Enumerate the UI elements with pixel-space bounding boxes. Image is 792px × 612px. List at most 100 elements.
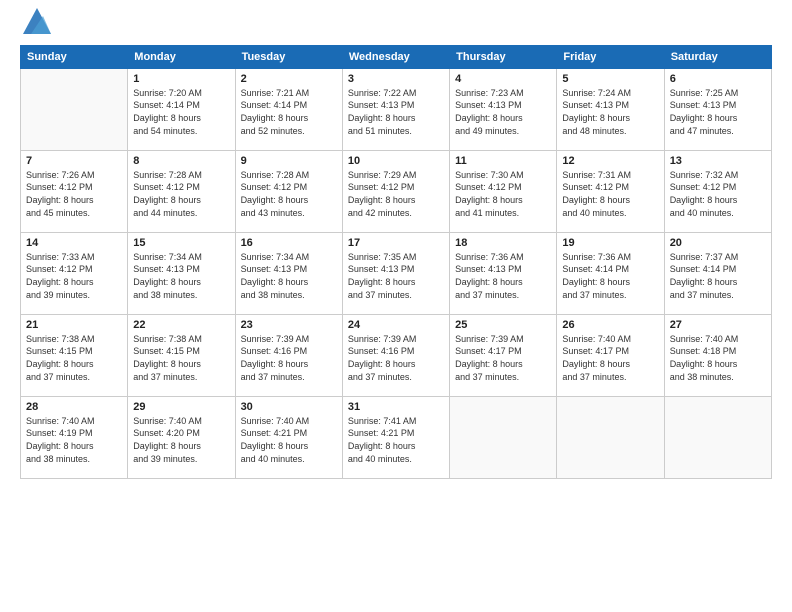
calendar-cell: 1 Sunrise: 7:20 AMSunset: 4:14 PMDaylight… (128, 68, 235, 150)
logo (20, 15, 51, 35)
calendar-cell (664, 396, 771, 478)
day-number: 3 (348, 73, 444, 85)
calendar-cell: 10 Sunrise: 7:29 AMSunset: 4:12 PMDayligh… (342, 150, 449, 232)
calendar-cell: 6 Sunrise: 7:25 AMSunset: 4:13 PMDaylight… (664, 68, 771, 150)
day-number: 28 (26, 401, 122, 413)
day-info: Sunrise: 7:26 AMSunset: 4:12 PMDaylight:… (26, 169, 122, 219)
day-number: 12 (562, 155, 658, 167)
day-info: Sunrise: 7:25 AMSunset: 4:13 PMDaylight:… (670, 87, 766, 137)
day-info: Sunrise: 7:40 AMSunset: 4:19 PMDaylight:… (26, 415, 122, 465)
calendar-cell: 9 Sunrise: 7:28 AMSunset: 4:12 PMDaylight… (235, 150, 342, 232)
day-info: Sunrise: 7:41 AMSunset: 4:21 PMDaylight:… (348, 415, 444, 465)
calendar-cell: 22 Sunrise: 7:38 AMSunset: 4:15 PMDayligh… (128, 314, 235, 396)
weekday-header-tuesday: Tuesday (235, 45, 342, 68)
calendar-cell: 2 Sunrise: 7:21 AMSunset: 4:14 PMDaylight… (235, 68, 342, 150)
day-number: 21 (26, 319, 122, 331)
day-number: 29 (133, 401, 229, 413)
calendar-cell (21, 68, 128, 150)
calendar-cell: 28 Sunrise: 7:40 AMSunset: 4:19 PMDayligh… (21, 396, 128, 478)
calendar-cell: 12 Sunrise: 7:31 AMSunset: 4:12 PMDayligh… (557, 150, 664, 232)
day-info: Sunrise: 7:39 AMSunset: 4:16 PMDaylight:… (348, 333, 444, 383)
day-info: Sunrise: 7:34 AMSunset: 4:13 PMDaylight:… (133, 251, 229, 301)
day-info: Sunrise: 7:38 AMSunset: 4:15 PMDaylight:… (26, 333, 122, 383)
calendar-cell: 14Sunrise: 7:33 AMSunset: 4:12 PMDayligh… (21, 232, 128, 314)
day-number: 11 (455, 155, 551, 167)
day-info: Sunrise: 7:34 AMSunset: 4:13 PMDaylight:… (241, 251, 337, 301)
day-info: Sunrise: 7:30 AMSunset: 4:12 PMDaylight:… (455, 169, 551, 219)
day-number: 2 (241, 73, 337, 85)
calendar-cell (557, 396, 664, 478)
day-number: 1 (133, 73, 229, 85)
day-number: 25 (455, 319, 551, 331)
day-info: Sunrise: 7:28 AMSunset: 4:12 PMDaylight:… (133, 169, 229, 219)
day-info: Sunrise: 7:23 AMSunset: 4:13 PMDaylight:… (455, 87, 551, 137)
day-info: Sunrise: 7:40 AMSunset: 4:21 PMDaylight:… (241, 415, 337, 465)
calendar-cell: 13 Sunrise: 7:32 AMSunset: 4:12 PMDayligh… (664, 150, 771, 232)
day-number: 13 (670, 155, 766, 167)
day-info: Sunrise: 7:22 AMSunset: 4:13 PMDaylight:… (348, 87, 444, 137)
calendar-cell: 23 Sunrise: 7:39 AMSunset: 4:16 PMDayligh… (235, 314, 342, 396)
page: SundayMondayTuesdayWednesdayThursdayFrid… (0, 0, 792, 612)
day-number: 10 (348, 155, 444, 167)
day-info: Sunrise: 7:20 AMSunset: 4:14 PMDaylight:… (133, 87, 229, 137)
calendar-cell: 31 Sunrise: 7:41 AMSunset: 4:21 PMDayligh… (342, 396, 449, 478)
day-number: 8 (133, 155, 229, 167)
day-number: 23 (241, 319, 337, 331)
day-info: Sunrise: 7:39 AMSunset: 4:16 PMDaylight:… (241, 333, 337, 383)
day-info: Sunrise: 7:21 AMSunset: 4:14 PMDaylight:… (241, 87, 337, 137)
day-number: 6 (670, 73, 766, 85)
day-info: Sunrise: 7:36 AMSunset: 4:14 PMDaylight:… (562, 251, 658, 301)
day-number: 4 (455, 73, 551, 85)
day-info: Sunrise: 7:33 AMSunset: 4:12 PMDaylight:… (26, 251, 122, 301)
day-number: 20 (670, 237, 766, 249)
calendar-cell: 19 Sunrise: 7:36 AMSunset: 4:14 PMDayligh… (557, 232, 664, 314)
day-info: Sunrise: 7:37 AMSunset: 4:14 PMDaylight:… (670, 251, 766, 301)
weekday-header-saturday: Saturday (664, 45, 771, 68)
day-info: Sunrise: 7:28 AMSunset: 4:12 PMDaylight:… (241, 169, 337, 219)
calendar-cell: 8 Sunrise: 7:28 AMSunset: 4:12 PMDaylight… (128, 150, 235, 232)
day-info: Sunrise: 7:35 AMSunset: 4:13 PMDaylight:… (348, 251, 444, 301)
day-info: Sunrise: 7:39 AMSunset: 4:17 PMDaylight:… (455, 333, 551, 383)
day-info: Sunrise: 7:38 AMSunset: 4:15 PMDaylight:… (133, 333, 229, 383)
day-info: Sunrise: 7:24 AMSunset: 4:13 PMDaylight:… (562, 87, 658, 137)
calendar-cell: 7 Sunrise: 7:26 AMSunset: 4:12 PMDaylight… (21, 150, 128, 232)
header (20, 15, 772, 35)
weekday-header-monday: Monday (128, 45, 235, 68)
calendar-table: SundayMondayTuesdayWednesdayThursdayFrid… (20, 45, 772, 479)
day-number: 24 (348, 319, 444, 331)
day-number: 5 (562, 73, 658, 85)
day-number: 18 (455, 237, 551, 249)
day-info: Sunrise: 7:32 AMSunset: 4:12 PMDaylight:… (670, 169, 766, 219)
calendar-cell: 16Sunrise: 7:34 AMSunset: 4:13 PMDayligh… (235, 232, 342, 314)
day-info: Sunrise: 7:40 AMSunset: 4:17 PMDaylight:… (562, 333, 658, 383)
day-number: 7 (26, 155, 122, 167)
weekday-header-wednesday: Wednesday (342, 45, 449, 68)
day-number: 17 (348, 237, 444, 249)
calendar-cell: 20 Sunrise: 7:37 AMSunset: 4:14 PMDayligh… (664, 232, 771, 314)
calendar-cell: 4 Sunrise: 7:23 AMSunset: 4:13 PMDaylight… (450, 68, 557, 150)
day-number: 19 (562, 237, 658, 249)
calendar-cell: 29 Sunrise: 7:40 AMSunset: 4:20 PMDayligh… (128, 396, 235, 478)
calendar-cell: 30 Sunrise: 7:40 AMSunset: 4:21 PMDayligh… (235, 396, 342, 478)
logo-icon (23, 8, 51, 34)
weekday-header-thursday: Thursday (450, 45, 557, 68)
day-number: 9 (241, 155, 337, 167)
day-number: 15 (133, 237, 229, 249)
calendar-cell: 15 Sunrise: 7:34 AMSunset: 4:13 PMDayligh… (128, 232, 235, 314)
day-number: 31 (348, 401, 444, 413)
day-info: Sunrise: 7:29 AMSunset: 4:12 PMDaylight:… (348, 169, 444, 219)
calendar-cell: 26 Sunrise: 7:40 AMSunset: 4:17 PMDayligh… (557, 314, 664, 396)
day-info: Sunrise: 7:40 AMSunset: 4:20 PMDaylight:… (133, 415, 229, 465)
calendar-cell: 18Sunrise: 7:36 AMSunset: 4:13 PMDayligh… (450, 232, 557, 314)
day-info: Sunrise: 7:40 AMSunset: 4:18 PMDaylight:… (670, 333, 766, 383)
day-info: Sunrise: 7:31 AMSunset: 4:12 PMDaylight:… (562, 169, 658, 219)
day-number: 27 (670, 319, 766, 331)
day-number: 26 (562, 319, 658, 331)
calendar-cell: 27 Sunrise: 7:40 AMSunset: 4:18 PMDayligh… (664, 314, 771, 396)
calendar-cell: 11 Sunrise: 7:30 AMSunset: 4:12 PMDayligh… (450, 150, 557, 232)
calendar-cell: 21 Sunrise: 7:38 AMSunset: 4:15 PMDayligh… (21, 314, 128, 396)
calendar-cell: 5 Sunrise: 7:24 AMSunset: 4:13 PMDaylight… (557, 68, 664, 150)
day-number: 22 (133, 319, 229, 331)
weekday-header-sunday: Sunday (21, 45, 128, 68)
day-number: 30 (241, 401, 337, 413)
